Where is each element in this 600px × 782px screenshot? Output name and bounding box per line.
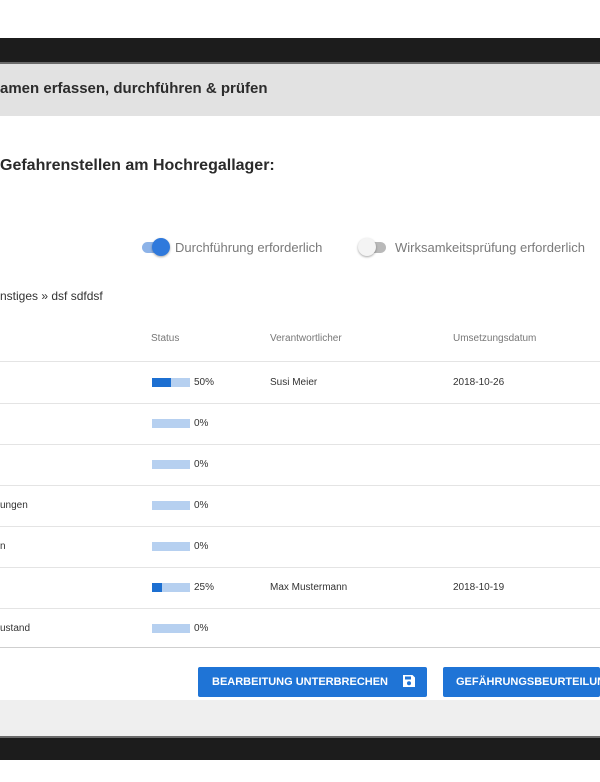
table-row[interactable]: ungen 0%: [0, 485, 600, 526]
progress-fill: [152, 583, 162, 592]
risk-assessment-label: GEFÄHRUNGSBEURTEILUNG: [456, 676, 600, 688]
implementation-date: 2018-10-26: [453, 377, 505, 388]
progress-percent: 50%: [194, 377, 215, 388]
pause-editing-button[interactable]: BEARBEITUNG UNTERBRECHEN: [198, 667, 427, 697]
progress-percent: 0%: [194, 623, 209, 634]
responsible-person: Susi Meier: [270, 377, 318, 388]
column-header-responsible: Verantwortlicher: [270, 333, 342, 344]
row-name: ustand: [0, 623, 31, 634]
toggle-durchfuehrung-label: Durchführung erforderlich: [175, 239, 323, 255]
progress-fill: [152, 378, 171, 387]
progress-bar: [152, 583, 190, 592]
bottom-margin: [0, 760, 600, 782]
toggle-durchfuehrung[interactable]: Durchführung erforderlich: [142, 237, 322, 257]
toggle-wirksamkeit-label: Wirksamkeitsprüfung erforderlich: [395, 239, 586, 255]
progress-bar: [152, 542, 190, 551]
footer-area: [0, 700, 600, 736]
table-row[interactable]: ustand 0%: [0, 608, 600, 649]
row-name: ungen: [0, 500, 28, 511]
progress-percent: 0%: [194, 418, 209, 429]
column-header-status: Status: [151, 333, 180, 344]
window-bottom-frame: [0, 736, 600, 760]
progress-percent: 0%: [194, 459, 209, 470]
section-title: Gefahrenstellen am Hochregallager:: [0, 157, 275, 174]
toggle-wirksamkeit[interactable]: Wirksamkeitsprüfung erforderlich: [358, 237, 586, 257]
table-row[interactable]: 25% Max Mustermann 2018-10-19: [0, 567, 600, 608]
progress-bar: [152, 419, 190, 428]
window-top-frame: [0, 38, 600, 64]
progress-bar: [152, 624, 190, 633]
panel-title: amen erfassen, durchführen & prüfen: [0, 80, 268, 97]
risk-assessment-button[interactable]: GEFÄHRUNGSBEURTEILUNG: [443, 667, 600, 697]
save-icon: [402, 674, 416, 691]
pause-editing-label: BEARBEITUNG UNTERBRECHEN: [212, 676, 389, 688]
progress-bar: [152, 501, 190, 510]
table-row[interactable]: 0%: [0, 444, 600, 485]
responsible-person: Max Mustermann: [270, 582, 348, 593]
table-row[interactable]: n 0%: [0, 526, 600, 567]
progress-percent: 0%: [194, 500, 209, 511]
implementation-date: 2018-10-19: [453, 582, 505, 593]
column-header-date: Umsetzungsdatum: [453, 333, 537, 344]
progress-percent: 0%: [194, 541, 209, 552]
toggle-switch-on[interactable]: [142, 237, 170, 256]
table-row[interactable]: 50% Susi Meier 2018-10-26: [0, 362, 600, 403]
table-row[interactable]: 0%: [0, 403, 600, 444]
row-name: n: [0, 541, 6, 552]
progress-bar: [152, 460, 190, 469]
table-bottom-divider: [0, 647, 600, 648]
breadcrumb: nstiges » dsf sdfdsf: [0, 289, 103, 303]
progress-bar: [152, 378, 190, 387]
top-margin: [0, 0, 600, 38]
toggle-switch-off[interactable]: [358, 237, 386, 256]
progress-percent: 25%: [194, 582, 215, 593]
